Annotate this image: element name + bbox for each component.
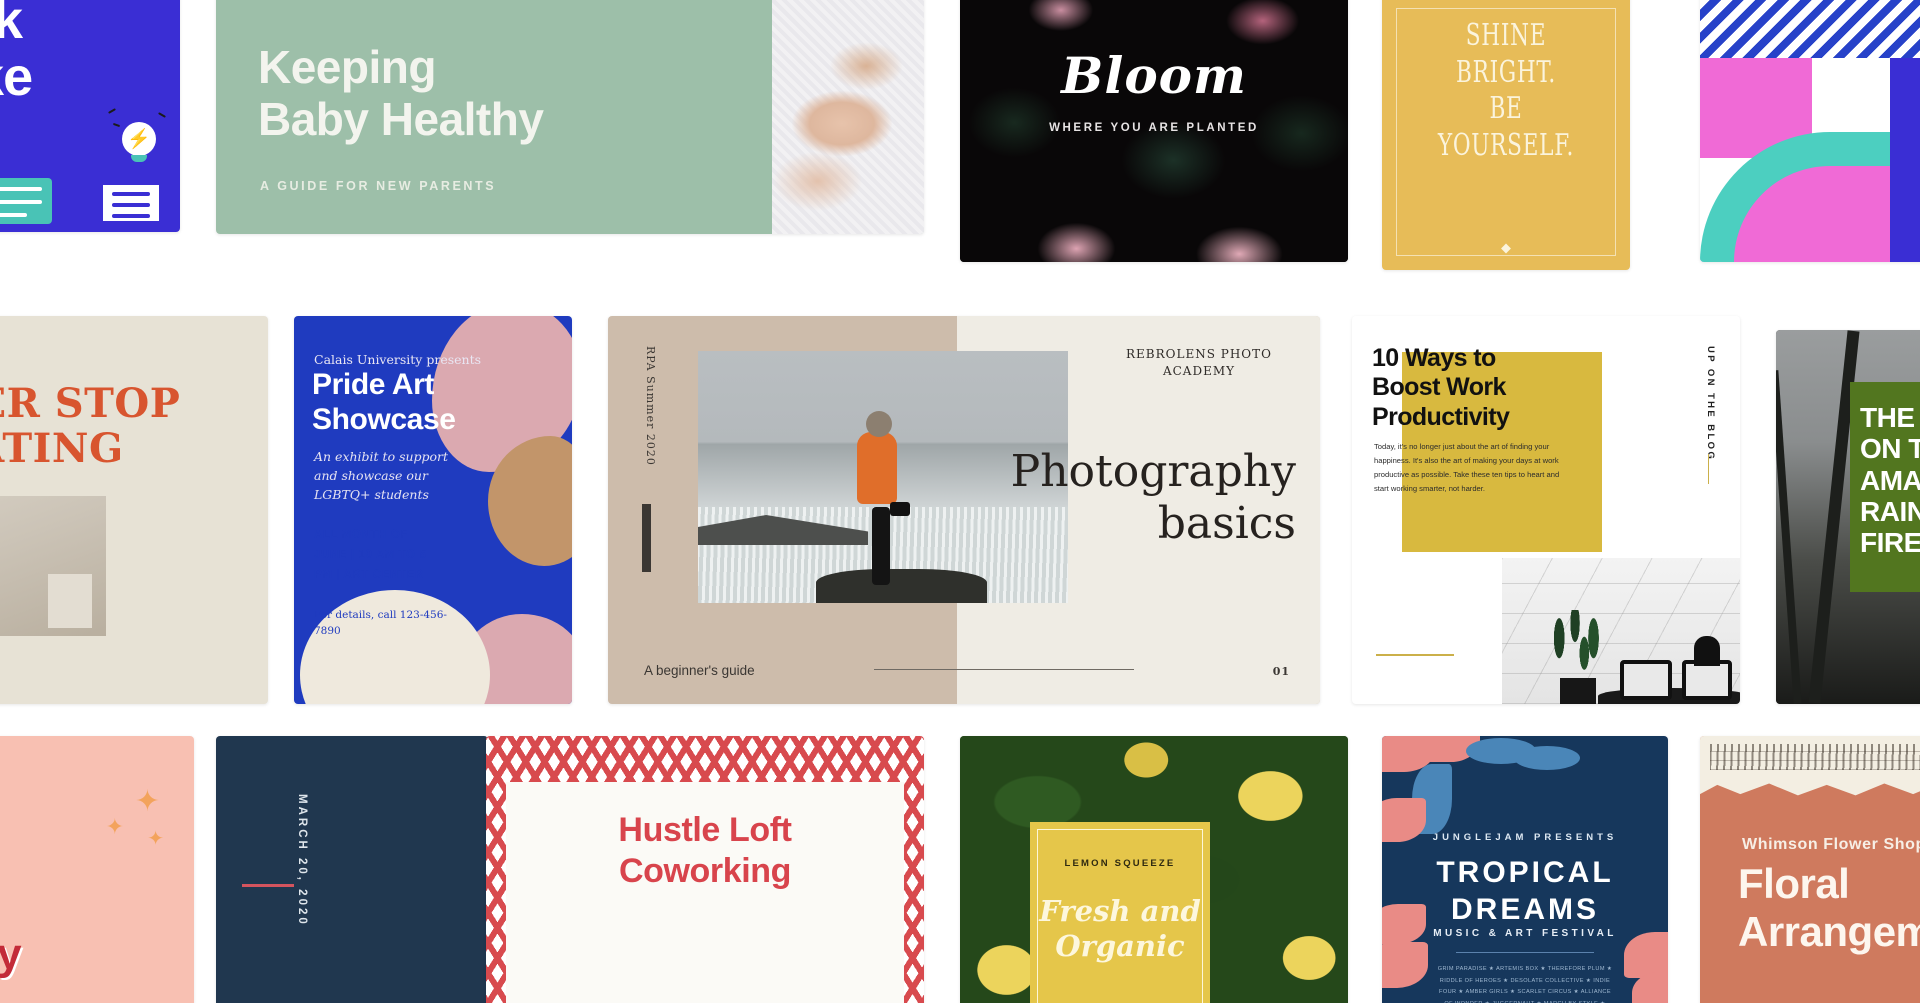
footer-rule xyxy=(874,669,1134,670)
lightbulb-icon: ⚡ xyxy=(122,122,156,156)
baby-subtitle: A GUIDE FOR NEW PARENTS xyxy=(260,179,497,193)
rpa-vertical-label: RPA Summer 2020 xyxy=(644,346,657,466)
lemon-kicker: LEMON SQUEEZE xyxy=(1064,858,1176,869)
template-card-floral-arrangement[interactable]: Whimson Flower Shop Floral Arrangement xyxy=(1700,736,1920,1003)
card-artwork: RPA Summer 2020 REBROLENS PHOTO ACADEMY … xyxy=(608,316,1320,704)
ways-title: 10 Ways to Boost Work Productivity xyxy=(1372,344,1510,431)
person-silhouette xyxy=(1694,636,1720,666)
list-icon xyxy=(100,182,162,224)
template-card-bloom[interactable]: Bloom WHERE YOU ARE PLANTED xyxy=(960,0,1348,262)
card-artwork: LEMON SQUEEZE Fresh and Organic xyxy=(960,736,1348,1003)
diagonal-stripes xyxy=(1700,0,1920,58)
template-card-photography-basics[interactable]: RPA Summer 2020 REBROLENS PHOTO ACADEMY … xyxy=(608,316,1320,704)
pride-title: Pride Art Showcase xyxy=(312,368,456,436)
tropical-title: TROPICAL DREAMS xyxy=(1436,856,1614,927)
chair xyxy=(1682,660,1732,700)
office-photo xyxy=(1502,558,1740,704)
bloom-subtitle: WHERE YOU ARE PLANTED xyxy=(1049,122,1259,134)
baby-title: Keeping Baby Healthy xyxy=(258,41,544,145)
card-artwork: think make do ⚡ xyxy=(0,0,180,232)
shine-bright-text: SHINE BRIGHT. BE YOURSELF. xyxy=(1437,18,1575,163)
template-card-tropical-dreams[interactable]: JUNGLEJAM PRESENTS TROPICAL DREAMS MUSIC… xyxy=(1382,736,1668,1003)
page-number: 01 xyxy=(1272,665,1290,678)
card-artwork xyxy=(1700,0,1920,262)
photography-title: Photography basics xyxy=(1010,446,1296,549)
card-artwork: Keeping Baby Healthy A GUIDE FOR NEW PAR… xyxy=(216,0,924,234)
card-artwork: MARCH 20, 2020 xyxy=(216,736,488,1003)
spark-decoration xyxy=(108,108,116,114)
tropical-lineup: GRIM PARADISE ★ ARTEMIS BOX ★ THEREFORE … xyxy=(1437,966,1613,1003)
floral-kicker: Whimson Flower Shop xyxy=(1742,836,1920,853)
star-icon: ✦ xyxy=(147,828,164,850)
template-card-be-your-own-happy-ever-after[interactable]: be your own happy ever ✦ ✦ ✦ xyxy=(0,736,194,1003)
chat-bubble-icon xyxy=(0,178,52,224)
star-icon: ✦ xyxy=(105,814,124,839)
card-artwork: Whimson Flower Shop Floral Arrangement xyxy=(1700,736,1920,1003)
red-dash xyxy=(242,884,294,887)
spark-decoration xyxy=(112,122,121,128)
pride-subtitle: An exhibit to support and showcase our L… xyxy=(314,449,449,502)
leaf-icon xyxy=(1382,942,1428,988)
card-artwork: Bloom WHERE YOU ARE PLANTED xyxy=(960,0,1348,262)
bloom-title: Bloom xyxy=(1061,46,1247,105)
person-jacket xyxy=(857,431,898,504)
newsprint-texture xyxy=(1710,744,1920,770)
divider-rule xyxy=(1456,952,1594,953)
template-card-pride-art-showcase[interactable]: Calais University presents Pride Art Sho… xyxy=(294,316,572,704)
happy-headline: be your own happy ever xyxy=(0,929,22,979)
template-card-never-stop-creating[interactable]: NEVER STOP CREATING xyxy=(0,316,268,704)
card-artwork: Hustle Loft Coworking xyxy=(486,736,924,1003)
card-artwork: JUNGLEJAM PRESENTS TROPICAL DREAMS MUSIC… xyxy=(1382,736,1668,1003)
template-card-10-ways-boost-productivity[interactable]: 10 Ways to Boost Work Productivity Today… xyxy=(1352,316,1740,704)
pride-details: ALL MONTH OF JUNE | 10 AM TO 5 PM | ART … xyxy=(314,529,427,581)
camera-icon xyxy=(890,502,911,517)
template-card-shine-bright[interactable]: SHINE BRIGHT. BE YOURSELF. xyxy=(1382,0,1630,270)
tropical-subtitle: MUSIC & ART FESTIVAL xyxy=(1433,928,1617,939)
never-stop-title: NEVER STOP CREATING xyxy=(0,380,181,472)
card-artwork: Calais University presents Pride Art Sho… xyxy=(294,316,572,704)
card-artwork: be your own happy ever ✦ ✦ ✦ xyxy=(0,736,194,1003)
star-icon: ✦ xyxy=(134,785,160,818)
dark-bar xyxy=(642,504,651,572)
pride-kicker: Calais University presents xyxy=(314,352,482,367)
card-artwork: THE LATEST ON THE AMAZON RAINFOREST FIRE… xyxy=(1776,330,1920,704)
card-artwork: NEVER STOP CREATING xyxy=(0,316,268,704)
template-card-think-make-do[interactable]: think make do ⚡ xyxy=(0,0,180,232)
amazon-headline: THE LATEST ON THE AMAZON RAINFOREST FIRE… xyxy=(1860,402,1920,559)
think-make-do-text: think make do xyxy=(0,0,33,108)
hustle-title: Hustle Loft Coworking xyxy=(618,811,792,890)
baby-hands-photo xyxy=(772,0,924,234)
chair xyxy=(1620,660,1672,700)
template-card-march-20-2020[interactable]: MARCH 20, 2020 xyxy=(216,736,488,1003)
blue-shape xyxy=(1890,58,1920,262)
lemon-title: Fresh and Organic xyxy=(1039,894,1201,964)
vertical-rule xyxy=(1708,454,1709,484)
pride-phone: For details, call 123-456-7890 xyxy=(314,609,447,637)
spark-decoration xyxy=(158,112,166,118)
academy-kicker: REBROLENS PHOTO ACADEMY xyxy=(1126,347,1272,379)
studio-photo xyxy=(0,496,106,636)
tropical-kicker: JUNGLEJAM PRESENTS xyxy=(1432,832,1618,843)
torn-paper xyxy=(1700,736,1920,796)
template-gallery: think make do ⚡ Keeping Baby Healthy A G… xyxy=(0,0,1920,1003)
template-card-lemon-squeeze[interactable]: LEMON SQUEEZE Fresh and Organic xyxy=(960,736,1348,1003)
card-artwork: 10 Ways to Boost Work Productivity Today… xyxy=(1352,316,1740,704)
horizontal-rule xyxy=(1376,654,1454,656)
template-card-keeping-baby-healthy[interactable]: Keeping Baby Healthy A GUIDE FOR NEW PAR… xyxy=(216,0,924,234)
template-card-amazon-rainforest-fires[interactable]: THE LATEST ON THE AMAZON RAINFOREST FIRE… xyxy=(1776,330,1920,704)
yellow-card: LEMON SQUEEZE Fresh and Organic xyxy=(1030,822,1210,1003)
template-card-hustle-loft-coworking[interactable]: Hustle Loft Coworking xyxy=(486,736,924,1003)
person-legs xyxy=(871,507,890,586)
template-card-stripes-shapes[interactable] xyxy=(1700,0,1920,262)
card-artwork: SHINE BRIGHT. BE YOURSELF. xyxy=(1382,0,1630,270)
rock xyxy=(816,569,987,603)
plant-pot xyxy=(1560,678,1596,704)
date-label: MARCH 20, 2020 xyxy=(296,794,308,927)
photography-footer: A beginner's guide xyxy=(644,663,755,678)
leaf-icon xyxy=(1514,746,1580,770)
shape-composition xyxy=(1700,58,1920,262)
floral-title: Floral Arrangement xyxy=(1738,860,1920,955)
ways-body-text: Today, it's no longer just about the art… xyxy=(1374,442,1560,494)
blog-vertical-label: UP ON THE BLOG xyxy=(1705,346,1716,462)
